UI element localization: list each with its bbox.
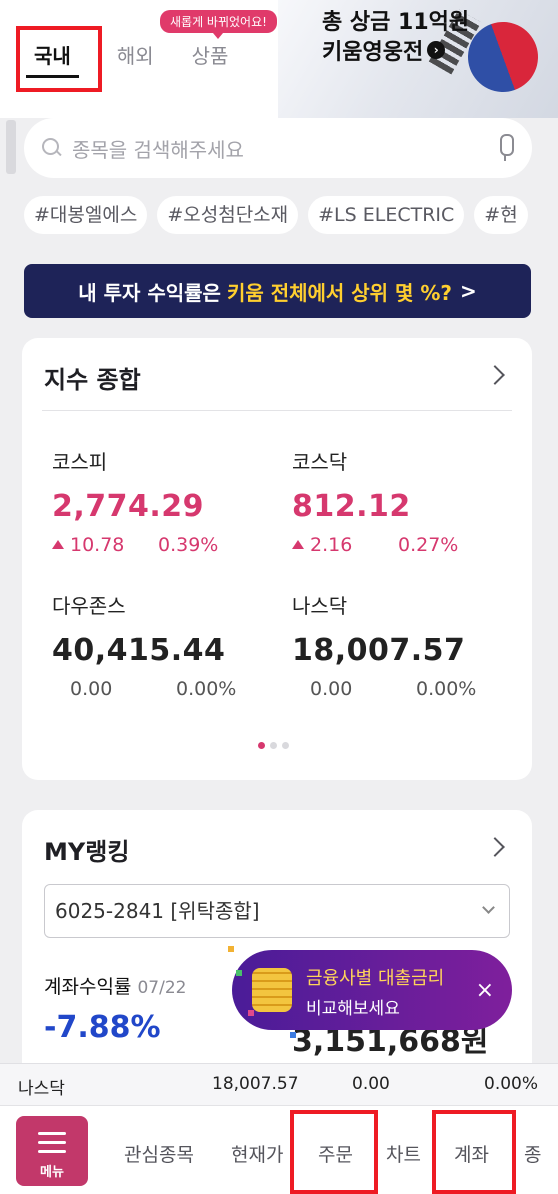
tag-chip[interactable]: #오성첨단소재 [157,196,299,234]
index-change: 0.00 [70,678,113,700]
up-triangle-icon [52,540,64,549]
index-rate: 0.27% [398,534,459,556]
nav-current-price[interactable]: 현재가 [231,1140,283,1167]
card-title: 지수 종합 [44,366,141,394]
highlight-box-account [432,1110,516,1194]
coin-stack-icon [252,968,292,1012]
banner-subtitle[interactable]: 키움영웅전 › [322,34,446,66]
index-value: 40,415.44 [52,633,226,668]
confetti-decoration [228,946,234,952]
microphone-icon[interactable] [496,134,514,162]
index-rate: 0.39% [158,534,219,556]
account-select[interactable]: 6025-2841 [위탁종합] [44,884,510,938]
index-item-kosdaq[interactable]: 코스닥 812.12 2.16 0.27% [292,446,512,556]
index-name: 나스닥 [292,594,348,618]
return-rate-date: 07/22 [137,978,187,998]
tab-products[interactable]: 상품 [192,40,229,78]
return-rate-label: 계좌수익률 07/22 [44,976,187,998]
chevron-right-icon: > [460,279,477,303]
nav-watchlist[interactable]: 관심종목 [124,1140,194,1167]
highlight-box-order [290,1110,378,1194]
chevron-down-icon [482,901,495,914]
index-name: 다우존스 [52,594,126,618]
index-summary-card: 지수 종합 코스피 2,774.29 10.78 0.39% 코스닥 812.1… [22,338,532,780]
confetti-decoration [290,1032,296,1038]
loan-rate-floating-banner[interactable]: 금융사별 대출금리 비교해보세요 × [232,950,512,1030]
divider [42,410,512,411]
close-icon[interactable]: × [476,978,494,1003]
index-name: 코스피 [52,450,108,474]
page-indicator [258,742,289,749]
account-select-value: 6025-2841 [위탁종합] [55,899,260,923]
confetti-decoration [248,1010,254,1016]
ticker-rate: 0.00% [484,1074,539,1094]
ticker-value: 18,007.57 [212,1074,299,1094]
index-value: 812.12 [292,489,411,524]
return-rate-value: -7.88% [44,1010,161,1045]
promo-text: 내 투자 수익률은 [78,280,221,305]
menu-button[interactable]: 메뉴 [16,1116,88,1186]
confetti-decoration [236,970,242,976]
index-item-nasdaq[interactable]: 나스닥 18,007.57 0.00 0.00% [292,590,512,700]
banner-title: 총 상금 11억원 [322,10,470,35]
side-drawer-handle[interactable] [6,120,16,174]
trending-tags: #대봉엘에스 #오성첨단소재 #LS ELECTRIC #현 [24,196,528,234]
nav-chart[interactable]: 차트 [386,1140,421,1167]
bottom-navigation: 메뉴 관심종목 현재가 주문 차트 계좌 종 [0,1105,558,1194]
up-triangle-icon [292,540,304,549]
search-bar[interactable]: 종목을 검색해주세요 [24,118,532,178]
promo-highlight: 키움 전체에서 상위 몇 %? [226,280,453,305]
tab-overseas[interactable]: 해외 [117,40,154,78]
chevron-right-icon[interactable] [485,365,505,385]
new-badge: 새롭게 바뀌었어요! [160,10,277,39]
index-rate: 0.00% [176,678,237,700]
index-item-dow[interactable]: 다우존스 40,415.44 0.00 0.00% [52,590,272,700]
tag-chip[interactable]: #LS ELECTRIC [308,196,465,234]
hamburger-icon [38,1132,66,1153]
index-change: 0.00 [310,678,353,700]
banner-subtitle-text: 키움영웅전 [322,40,424,65]
chevron-right-icon[interactable] [485,837,505,857]
page-dot [270,742,277,749]
index-item-kospi[interactable]: 코스피 2,774.29 10.78 0.39% [52,446,272,556]
page-dot [282,742,289,749]
tag-chip[interactable]: #대봉엘에스 [24,196,148,234]
index-change: 10.78 [52,534,158,556]
card-title: MY랭킹 [44,838,130,866]
top-header: 총 상금 11억원 키움영웅전 › 새롭게 바뀌었어요! 국내 해외 상품 [0,0,558,118]
index-change: 2.16 [292,534,398,556]
nav-more[interactable]: 종 [524,1140,541,1167]
index-ticker[interactable]: 나스닥 18,007.57 0.00 0.00% [0,1063,558,1105]
menu-label: 메뉴 [40,1165,64,1180]
ticker-name: 나스닥 [18,1079,65,1099]
index-rate: 0.00% [416,678,477,700]
chevron-right-icon: › [427,41,446,59]
index-name: 코스닥 [292,450,348,474]
ticker-change: 0.00 [352,1074,390,1094]
search-icon [42,138,62,158]
search-input[interactable]: 종목을 검색해주세요 [72,134,496,163]
index-value: 18,007.57 [292,633,466,668]
highlight-box-domestic-tab [16,26,102,92]
page-dot-active [258,742,265,749]
index-value: 2,774.29 [52,489,205,524]
tag-chip[interactable]: #현 [474,196,528,234]
ranking-promo-banner[interactable]: 내 투자 수익률은 키움 전체에서 상위 몇 %? > [24,264,531,318]
